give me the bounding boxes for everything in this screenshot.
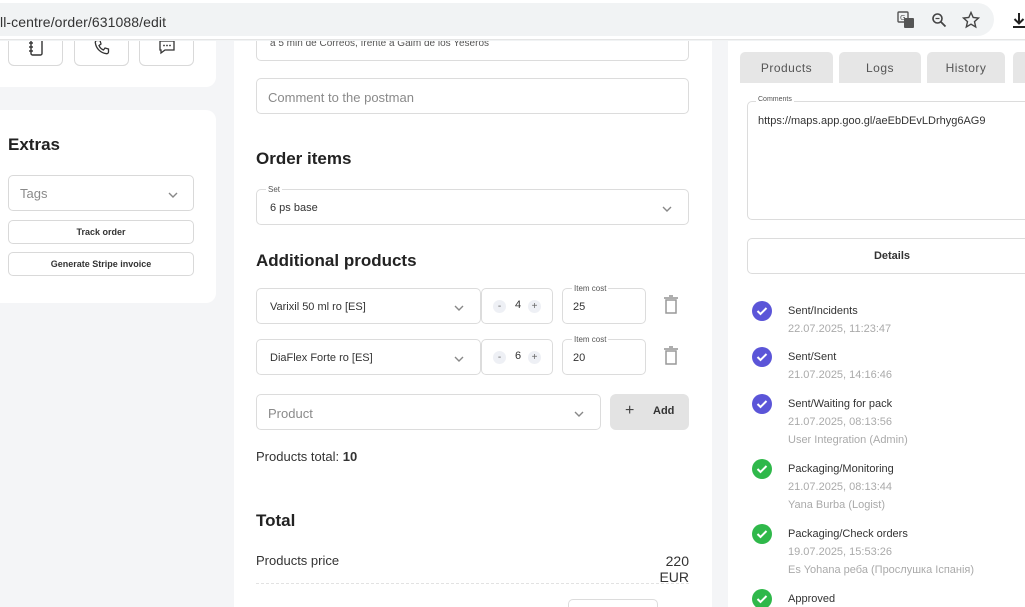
products-price-value: 220 EUR [659,553,689,585]
product-select[interactable]: Product [256,394,601,430]
products-total-label: Products total: [256,449,340,464]
check-icon [752,394,772,414]
chevron-down-icon [662,206,672,212]
trash-icon[interactable] [663,346,679,366]
order-form: a 5 min de Correos, frente a Gaim de los… [234,41,712,607]
check-icon [752,301,772,321]
products-total-value: 10 [342,449,358,464]
timeline-status: Sent/Incidents [788,305,858,317]
generate-stripe-invoice-button[interactable]: Generate Stripe invoice [8,252,194,276]
order-side-panel: Products Logs History Comments https://m… [728,41,1025,607]
increment-button[interactable]: + [528,351,541,364]
postman-comment-input[interactable]: Comment to the postman [256,78,689,114]
cutoff-field[interactable] [568,599,658,607]
products-price-label: Products price [256,553,340,568]
item-cost-label: Item cost [572,335,609,344]
tab-more[interactable] [1013,52,1025,83]
timeline-date: 21.07.2025, 08:13:56 [788,416,892,428]
tab-history[interactable]: History [927,52,1005,83]
tab-products[interactable]: Products [740,52,833,83]
chevron-down-icon [454,356,464,362]
address-field[interactable]: a 5 min de Correos, frente a Gaim de los… [256,41,689,61]
timeline-status: Sent/Sent [788,351,837,363]
product-name: DiaFlex Forte ro [ES] [270,352,373,364]
timeline-user: User Integration (Admin) [788,434,908,446]
bookmark-star-icon[interactable] [960,9,982,31]
increment-button[interactable]: + [528,300,541,313]
decrement-button[interactable]: - [493,351,506,364]
set-select[interactable]: Set 6 ps base [256,185,689,225]
add-label: Add [653,405,675,417]
chat-icon [158,41,176,60]
postman-comment-placeholder: Comment to the postman [268,90,414,105]
order-items-title: Order items [256,149,352,168]
set-value: 6 ps base [270,202,318,214]
quantity-value[interactable]: 6 [514,350,522,362]
plus-icon: + [625,402,635,419]
timeline-user: Yana Burba (Logist) [788,499,886,511]
comments-label: Comments [756,96,794,103]
item-cost-value: 20 [573,352,586,364]
add-product-button[interactable]: + Add [610,394,689,430]
track-order-button[interactable]: Track order [8,220,194,244]
comments-value: https://maps.app.goo.gl/aeEbDEvLDrhyg6AG… [758,115,986,127]
additional-products-title: Additional products [256,251,417,270]
timeline-date: 22.07.2025, 11:23:47 [788,323,892,335]
tab-logs[interactable]: Logs [839,52,921,83]
timeline-status: Packaging/Monitoring [788,463,894,475]
details-button[interactable]: Details [747,238,1025,274]
decrement-button[interactable]: - [493,300,506,313]
product-select[interactable]: Varixil 50 ml ro [ES] [256,288,481,324]
quantity-stepper: - 4 + [481,288,553,324]
comments-field[interactable]: Comments https://maps.app.goo.gl/aeEbDEv… [747,96,1025,220]
timeline-status: Packaging/Check orders [788,528,908,540]
chevron-down-icon [574,411,584,417]
products-total: Products total: 10 [256,449,357,464]
divider [256,583,689,584]
chevron-down-icon [454,305,464,311]
set-label: Set [266,185,283,194]
timeline-status: Approved [788,593,836,605]
order-edit-page: Extras Tags Track order Generate Stripe … [0,41,1025,607]
tags-placeholder: Tags [20,186,48,201]
tags-select[interactable]: Tags [8,175,194,211]
url-text[interactable]: ll-centre/order/631088/edit [0,14,166,30]
timeline-status: Sent/Waiting for pack [788,398,893,410]
chevron-down-icon [168,192,178,198]
translate-icon[interactable]: G [895,9,917,31]
quantity-value[interactable]: 4 [514,299,522,311]
product-placeholder: Product [268,406,313,421]
timeline-date: 19.07.2025, 15:53:26 [788,546,892,558]
timeline-date: 21.07.2025, 08:13:44 [788,481,892,493]
timeline-date: 21.07.2025, 14:16:46 [788,369,892,381]
check-icon [752,459,772,479]
item-cost-input[interactable]: Item cost 25 [562,284,646,324]
item-cost-input[interactable]: Item cost 20 [562,335,646,375]
phone-icon [94,41,110,60]
notebook-button[interactable] [8,41,63,66]
address-value: a 5 min de Correos, frente a Gaim de los… [270,41,490,49]
contact-actions-card [0,41,216,87]
total-title: Total [256,511,296,530]
browser-toolbar: ll-centre/order/631088/edit G [0,0,1025,40]
svg-text:G: G [900,14,905,22]
item-cost-value: 25 [573,301,586,313]
timeline-user: Es Yohana реба (Прослушка Іспанія) [788,564,975,576]
item-cost-label: Item cost [572,284,609,293]
message-button[interactable] [139,41,194,66]
check-icon [752,589,772,607]
trash-icon[interactable] [663,295,679,315]
call-button[interactable] [74,41,129,66]
notebook-icon [28,41,44,61]
quantity-stepper: - 6 + [481,339,553,375]
zoom-icon[interactable] [928,9,950,31]
download-icon[interactable] [1008,9,1025,31]
address-bar[interactable]: ll-centre/order/631088/edit [0,3,994,36]
check-icon [752,524,772,544]
extras-card: Extras Tags Track order Generate Stripe … [0,110,216,303]
product-select[interactable]: DiaFlex Forte ro [ES] [256,339,481,375]
check-icon [752,347,772,367]
product-name: Varixil 50 ml ro [ES] [270,301,366,313]
extras-title: Extras [8,135,60,154]
